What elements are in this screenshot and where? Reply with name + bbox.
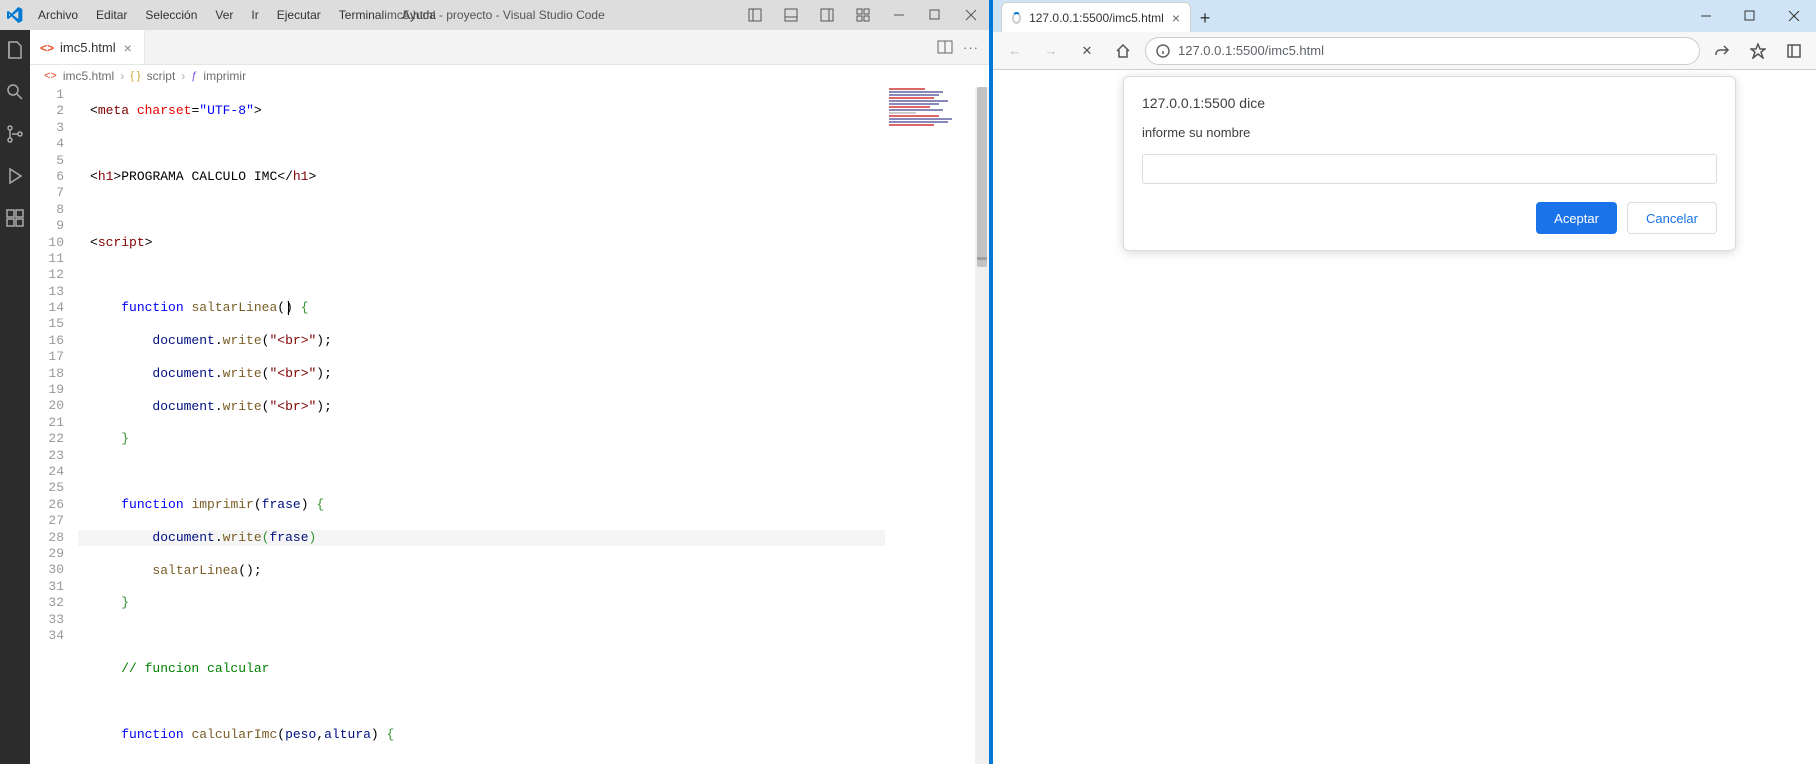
source-control-icon[interactable]	[3, 122, 27, 146]
html-file-icon: <>	[40, 41, 54, 55]
chevron-right-icon: ›	[181, 69, 185, 83]
browser-tab[interactable]: 127.0.0.1:5500/imc5.html ×	[1001, 2, 1191, 32]
scrollbar-thumb[interactable]	[977, 87, 987, 267]
address-text: 127.0.0.1:5500/imc5.html	[1178, 43, 1324, 58]
layout-panel-bottom-icon[interactable]	[773, 0, 809, 30]
extensions-icon[interactable]	[3, 206, 27, 230]
cancel-button[interactable]: Cancelar	[1627, 202, 1717, 234]
function-scope-icon: ƒ	[191, 70, 197, 82]
breadcrumb-scope-script[interactable]: script	[147, 69, 176, 83]
menu-editar[interactable]: Editar	[88, 4, 135, 26]
menu-ayuda[interactable]: Ayuda	[394, 4, 444, 26]
browser-window: 127.0.0.1:5500/imc5.html × + ← → ✕ 127.0…	[989, 0, 1816, 764]
browser-tab-title: 127.0.0.1:5500/imc5.html	[1029, 11, 1164, 25]
menu-archivo[interactable]: Archivo	[30, 4, 86, 26]
vscode-menu-bar: Archivo Editar Selección Ver Ir Ejecutar…	[30, 4, 444, 26]
site-info-icon[interactable]	[1156, 44, 1170, 58]
text-cursor	[288, 301, 289, 315]
collections-icon[interactable]	[1780, 37, 1808, 65]
split-editor-icon[interactable]	[937, 39, 953, 55]
breadcrumb-scope-imprimir[interactable]: imprimir	[203, 69, 246, 83]
run-debug-icon[interactable]	[3, 164, 27, 188]
dialog-message: informe su nombre	[1142, 125, 1717, 140]
menu-ver[interactable]: Ver	[207, 4, 241, 26]
window-minimize-icon[interactable]	[881, 0, 917, 30]
window-maximize-icon[interactable]	[917, 0, 953, 30]
window-maximize-icon[interactable]	[1728, 0, 1772, 32]
search-icon[interactable]	[3, 80, 27, 104]
window-minimize-icon[interactable]	[1684, 0, 1728, 32]
code-content[interactable]: <meta charset="UTF-8"> <h1>PROGRAMA CALC…	[78, 87, 989, 764]
address-bar[interactable]: 127.0.0.1:5500/imc5.html	[1145, 37, 1700, 65]
menu-seleccion[interactable]: Selección	[137, 4, 205, 26]
nav-forward-icon[interactable]: →	[1037, 37, 1065, 65]
minimap[interactable]	[885, 87, 975, 764]
nav-back-icon[interactable]: ←	[1001, 37, 1029, 65]
menu-terminal[interactable]: Terminal	[331, 4, 392, 26]
menu-ir[interactable]: Ir	[243, 4, 266, 26]
dialog-origin: 127.0.0.1:5500 dice	[1142, 95, 1717, 111]
layout-panel-left-icon[interactable]	[737, 0, 773, 30]
share-icon[interactable]	[1708, 37, 1736, 65]
html-file-icon: <>	[44, 70, 57, 82]
layout-customize-icon[interactable]	[845, 0, 881, 30]
browser-toolbar: ← → ✕ 127.0.0.1:5500/imc5.html	[993, 32, 1816, 70]
scrollbar-mark	[977, 257, 987, 260]
code-editor[interactable]: 1234567891011121314151617181920212223242…	[30, 87, 989, 764]
nav-home-icon[interactable]	[1109, 37, 1137, 65]
browser-viewport: 127.0.0.1:5500 dice informe su nombre Ac…	[993, 70, 1816, 764]
menu-ejecutar[interactable]: Ejecutar	[269, 4, 329, 26]
line-number-gutter: 1234567891011121314151617181920212223242…	[30, 87, 78, 764]
breadcrumb[interactable]: <> imc5.html › { } script › ƒ imprimir	[30, 65, 989, 87]
vscode-titlebar: Archivo Editar Selección Ver Ir Ejecutar…	[0, 0, 989, 30]
tab-close-icon[interactable]: ×	[1172, 10, 1180, 26]
editor-tab-bar: <> imc5.html × ···	[30, 30, 989, 65]
nav-stop-icon[interactable]: ✕	[1073, 37, 1101, 65]
prompt-input[interactable]	[1142, 154, 1717, 184]
more-actions-icon[interactable]: ···	[963, 40, 979, 55]
browser-tab-strip: 127.0.0.1:5500/imc5.html × +	[993, 0, 1816, 32]
chevron-right-icon: ›	[120, 69, 124, 83]
window-close-icon[interactable]	[953, 0, 989, 30]
vscode-logo-icon	[0, 0, 30, 30]
file-tab-imc5[interactable]: <> imc5.html ×	[30, 30, 145, 64]
vscode-window: Archivo Editar Selección Ver Ir Ejecutar…	[0, 0, 989, 764]
js-prompt-dialog: 127.0.0.1:5500 dice informe su nombre Ac…	[1123, 76, 1736, 251]
breadcrumb-file[interactable]: imc5.html	[63, 69, 114, 83]
editor-scrollbar[interactable]	[975, 87, 989, 764]
window-close-icon[interactable]	[1772, 0, 1816, 32]
file-tab-label: imc5.html	[60, 40, 116, 55]
tab-close-icon[interactable]: ×	[122, 40, 134, 56]
script-scope-icon: { }	[130, 70, 140, 82]
loading-spinner-icon	[1012, 12, 1021, 24]
editor-area: <> imc5.html × ··· <> imc5.html › { } sc…	[30, 30, 989, 764]
explorer-icon[interactable]	[3, 38, 27, 62]
new-tab-button[interactable]: +	[1191, 4, 1219, 32]
accept-button[interactable]: Aceptar	[1536, 202, 1617, 234]
layout-panel-right-icon[interactable]	[809, 0, 845, 30]
activity-bar	[0, 30, 30, 764]
favorite-icon[interactable]	[1744, 37, 1772, 65]
